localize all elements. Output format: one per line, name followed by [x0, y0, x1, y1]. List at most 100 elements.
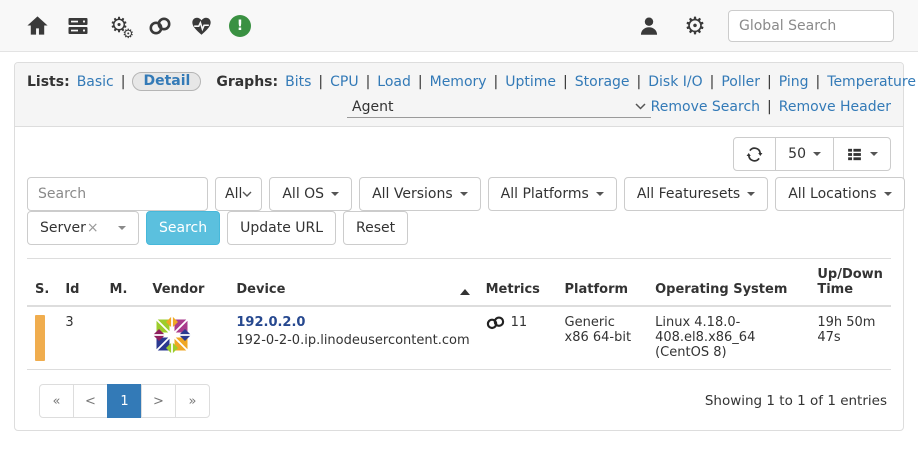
- ports-link-icon[interactable]: [486, 316, 505, 330]
- sort-ascending-icon: [460, 289, 470, 295]
- lists-graphs-row: Lists: Basic | Detail Graphs: Bits | CPU…: [27, 72, 891, 91]
- global-search-input[interactable]: [728, 10, 894, 42]
- device-row: 3: [27, 306, 891, 370]
- search-button[interactable]: Search: [146, 211, 220, 245]
- type-tag-label: Server: [40, 220, 86, 236]
- refresh-button[interactable]: [733, 137, 776, 171]
- user-icon[interactable]: [636, 13, 662, 39]
- remove-header-link[interactable]: Remove Header: [779, 99, 891, 115]
- col-maintenance[interactable]: M.: [102, 259, 145, 307]
- chevron-down-icon: [635, 103, 646, 110]
- graph-memory-link[interactable]: Memory: [430, 74, 487, 90]
- heading-links: Remove Search | Remove Header: [651, 99, 891, 115]
- col-status[interactable]: S.: [27, 259, 57, 307]
- refresh-icon: [746, 146, 763, 163]
- caret-down-icon: [813, 152, 821, 156]
- caret-down-icon: [596, 192, 604, 196]
- entries-summary: Showing 1 to 1 of 1 entries: [705, 393, 891, 409]
- col-os[interactable]: Operating System: [647, 259, 809, 307]
- platform-cell: Generic x86 64-bit: [557, 306, 648, 370]
- state-select[interactable]: All: [215, 177, 262, 211]
- navbar-right: ⚙: [636, 10, 894, 42]
- panel-body: 50 All All OS: [15, 127, 903, 430]
- graph-temperature-link[interactable]: Temperature: [827, 74, 916, 90]
- caret-down-icon: [870, 152, 878, 156]
- caret-down-icon: [747, 192, 755, 196]
- graph-uptime-link[interactable]: Uptime: [505, 74, 556, 90]
- pagination-last-button[interactable]: »: [175, 384, 210, 418]
- separator: |: [767, 74, 772, 90]
- status-warning-bar: [35, 315, 45, 361]
- list-detail-active[interactable]: Detail: [132, 72, 201, 91]
- vendor-cell: [144, 306, 228, 370]
- alerts-status-badge[interactable]: !: [229, 15, 251, 37]
- col-device-label: Device: [236, 282, 285, 297]
- chevron-down-icon: [242, 191, 252, 197]
- caret-down-icon: [118, 226, 126, 230]
- featuresets-filter-label: All Featuresets: [637, 186, 740, 202]
- separator: |: [366, 74, 371, 90]
- versions-filter-button[interactable]: All Versions: [359, 177, 481, 211]
- remove-tag-icon[interactable]: ×: [87, 220, 99, 236]
- ports-link-icon[interactable]: [147, 13, 173, 39]
- devices-panel: Lists: Basic | Detail Graphs: Bits | CPU…: [14, 62, 904, 431]
- col-metrics[interactable]: Metrics: [478, 259, 557, 307]
- graph-storage-link[interactable]: Storage: [575, 74, 630, 90]
- graphs-label: Graphs:: [216, 74, 278, 90]
- locations-filter-button[interactable]: All Locations: [775, 177, 904, 211]
- versions-filter-label: All Versions: [372, 186, 453, 202]
- filters-row-2: Server× Search Update URL Reset: [27, 211, 891, 245]
- os-filter-button[interactable]: All OS: [269, 177, 352, 211]
- metrics-count: 11: [511, 315, 528, 330]
- grid-toolbar: 50: [27, 137, 891, 171]
- column-chooser-button[interactable]: [833, 137, 891, 171]
- devices-table: S. Id M. Vendor Device Metrics Platform …: [27, 258, 891, 370]
- list-columns-icon: [846, 146, 863, 163]
- separator: |: [563, 74, 568, 90]
- pagination-first-button[interactable]: «: [39, 384, 74, 418]
- agent-filter-row: Agent Remove Search | Remove Header: [27, 96, 891, 118]
- graph-load-link[interactable]: Load: [377, 74, 411, 90]
- col-platform[interactable]: Platform: [557, 259, 648, 307]
- uptime-cell: 19h 50m 47s: [809, 306, 891, 370]
- type-multiselect[interactable]: Server×: [27, 211, 139, 245]
- agent-select-value: Agent: [352, 99, 393, 115]
- centos-logo-icon[interactable]: [152, 315, 192, 355]
- lists-label: Lists:: [27, 74, 70, 90]
- home-icon[interactable]: [24, 13, 50, 39]
- list-basic-link[interactable]: Basic: [77, 74, 114, 90]
- platforms-filter-button[interactable]: All Platforms: [488, 177, 617, 211]
- health-heartbeat-icon[interactable]: [188, 13, 214, 39]
- pagination-next-button[interactable]: >: [141, 384, 176, 418]
- reset-button[interactable]: Reset: [343, 211, 408, 245]
- graph-bits-link[interactable]: Bits: [285, 74, 311, 90]
- col-uptime[interactable]: Up/Down Time: [809, 259, 891, 307]
- featuresets-filter-button[interactable]: All Featuresets: [624, 177, 768, 211]
- page-size-value: 50: [788, 146, 806, 162]
- devices-rack-icon[interactable]: [65, 13, 91, 39]
- pagination-prev-button[interactable]: <: [73, 384, 108, 418]
- caret-down-icon: [884, 192, 892, 196]
- graph-poller-link[interactable]: Poller: [721, 74, 760, 90]
- separator: |: [121, 74, 126, 90]
- platforms-filter-label: All Platforms: [501, 186, 589, 202]
- table-footer: « < 1 > » Showing 1 to 1 of 1 entries: [27, 384, 891, 418]
- update-url-button[interactable]: Update URL: [227, 211, 336, 245]
- settings-gear-icon[interactable]: ⚙: [682, 13, 708, 39]
- graph-ping-link[interactable]: Ping: [779, 74, 809, 90]
- separator: |: [816, 74, 821, 90]
- separator: |: [318, 74, 323, 90]
- services-gears-icon[interactable]: ⚙ ⚙: [106, 13, 132, 39]
- remove-search-link[interactable]: Remove Search: [651, 99, 760, 115]
- pagination-page-1-button[interactable]: 1: [107, 384, 142, 418]
- os-cell: Linux 4.18.0-408.el8.x86_64 (CentOS 8): [647, 306, 809, 370]
- col-vendor[interactable]: Vendor: [144, 259, 228, 307]
- device-name-link[interactable]: 192.0.2.0: [236, 315, 305, 330]
- graph-diskio-link[interactable]: Disk I/O: [648, 74, 702, 90]
- col-id[interactable]: Id: [57, 259, 101, 307]
- graph-cpu-link[interactable]: CPU: [330, 74, 358, 90]
- page-size-button[interactable]: 50: [775, 137, 834, 171]
- device-search-input[interactable]: [27, 177, 208, 211]
- agent-filter-select[interactable]: Agent: [347, 96, 651, 118]
- col-device[interactable]: Device: [228, 259, 477, 307]
